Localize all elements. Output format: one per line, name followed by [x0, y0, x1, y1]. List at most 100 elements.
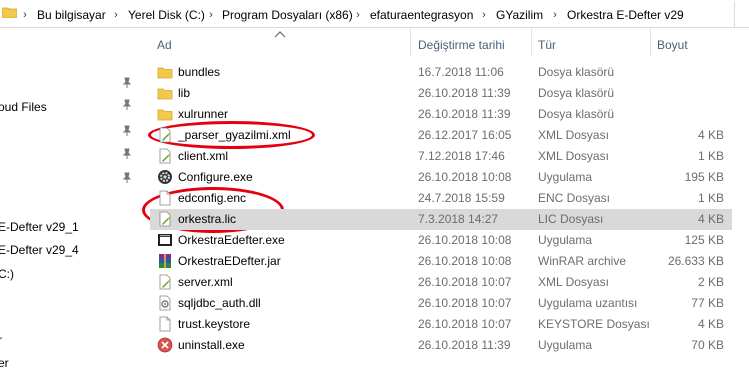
file-date: 26.10.2018 10:08: [418, 254, 512, 268]
nav-item-truncated[interactable]: r: [0, 331, 2, 349]
chevron-right-icon[interactable]: ›: [206, 7, 216, 23]
xml-file-icon: [159, 274, 171, 290]
file-size: 26.633 KB: [667, 254, 724, 268]
file-date: 26.10.2018 11:39: [418, 107, 511, 121]
lic-file-icon: [159, 211, 171, 227]
blank-file-icon: [159, 316, 171, 332]
nav-item-cloud-files[interactable]: oud Files: [0, 98, 47, 116]
file-size: 4 KB: [697, 128, 724, 142]
file-type: Dosya klasörü: [538, 86, 615, 100]
file-name[interactable]: uninstall.exe: [178, 335, 245, 356]
chevron-right-icon[interactable]: ›: [20, 7, 30, 23]
file-name[interactable]: edconfig.enc: [178, 188, 246, 209]
file-name[interactable]: xulrunner: [178, 104, 228, 125]
uninstall-exe-icon: [157, 337, 173, 353]
navigation-pane: oud Files E-Defter v29_1 E-Defter v29_4 …: [0, 28, 140, 380]
file-date: 26.10.2018 10:07: [418, 317, 512, 331]
file-name[interactable]: orkestra.lic: [178, 209, 236, 230]
file-type: Dosya klasörü: [538, 107, 615, 121]
column-divider[interactable]: [531, 28, 532, 56]
address-bar-edge: [734, 1, 749, 27]
blank-file-icon: [159, 190, 171, 206]
file-type: Uygulama: [538, 338, 593, 352]
pin-icon[interactable]: [121, 125, 133, 137]
pin-icon[interactable]: [121, 172, 133, 184]
file-date: 26.10.2018 10:07: [418, 275, 512, 289]
xml-file-icon: [159, 148, 171, 164]
file-name[interactable]: sqljdbc_auth.dll: [178, 293, 261, 314]
breadcrumb-gyazilim[interactable]: GYazilim: [496, 7, 543, 23]
column-header-size[interactable]: Boyut: [657, 36, 688, 54]
gear-exe-icon: [158, 170, 172, 184]
file-date: 26.10.2018 11:39: [418, 86, 511, 100]
file-name[interactable]: server.xml: [178, 272, 233, 293]
file-size: [620, 62, 724, 83]
file-date: 26.10.2018 10:07: [418, 296, 512, 310]
file-date: 24.7.2018 15:59: [418, 191, 505, 205]
file-size: [620, 104, 724, 125]
column-header-name[interactable]: Ad: [157, 36, 172, 54]
file-name[interactable]: OrkestraEdefter.exe: [178, 230, 285, 251]
nav-item-local-disk[interactable]: C:): [0, 265, 14, 283]
file-type: Uygulama: [538, 170, 593, 184]
file-name[interactable]: client.xml: [178, 146, 228, 167]
file-size: 2 KB: [697, 275, 724, 289]
file-type: WinRAR archive: [538, 254, 627, 268]
file-date: 26.10.2018 10:08: [418, 233, 512, 247]
file-size: 195 KB: [684, 170, 724, 184]
nav-item-edefter-v29-4[interactable]: E-Defter v29_4: [0, 241, 79, 259]
column-header-type[interactable]: Tür: [538, 36, 556, 54]
chevron-right-icon[interactable]: ›: [479, 7, 489, 23]
breadcrumb-orkestra[interactable]: Orkestra E-Defter v29: [567, 7, 684, 23]
file-type: LIC Dosyası: [538, 212, 604, 226]
pin-icon[interactable]: [121, 99, 133, 111]
file-date: 16.7.2018 11:06: [418, 65, 504, 79]
chevron-right-icon[interactable]: ›: [111, 7, 121, 23]
file-size: 70 KB: [691, 338, 724, 352]
winrar-icon: [159, 254, 171, 268]
folder-icon: [157, 88, 173, 100]
folder-icon: [2, 7, 17, 18]
breadcrumb-local-disk[interactable]: Yerel Disk (C:): [128, 7, 205, 23]
file-name[interactable]: OrkestraEDefter.jar: [178, 251, 281, 272]
breadcrumb-program-files[interactable]: Program Dosyaları (x86): [222, 7, 353, 23]
sort-up-icon: [274, 31, 286, 38]
nav-item-edefter-v29-1[interactable]: E-Defter v29_1: [0, 218, 79, 236]
chevron-right-icon[interactable]: ›: [353, 7, 363, 23]
app-exe-icon: [158, 234, 172, 246]
column-divider[interactable]: [650, 28, 651, 56]
pin-icon[interactable]: [121, 148, 133, 160]
file-date: 26.12.2017 16:05: [418, 128, 512, 142]
file-date: 26.10.2018 11:39: [418, 338, 511, 352]
file-name[interactable]: bundles: [178, 62, 220, 83]
file-size: 1 KB: [697, 191, 724, 205]
file-size: 77 KB: [691, 296, 724, 310]
column-header-date[interactable]: Değiştirme tarihi: [418, 36, 505, 54]
folder-icon: [157, 67, 173, 79]
dll-file-icon: [159, 295, 171, 311]
file-name[interactable]: _parser_gyazilmi.xml: [178, 125, 291, 146]
xml-file-icon: [159, 127, 171, 143]
address-bar[interactable]: › Bu bilgisayar › Yerel Disk (C:) › Prog…: [0, 0, 749, 28]
file-date: 7.12.2018 17:46: [418, 149, 505, 163]
pin-icon[interactable]: [121, 77, 133, 89]
file-date: 7.3.2018 14:27: [418, 212, 499, 226]
file-size: 4 KB: [697, 317, 724, 331]
file-name[interactable]: lib: [178, 83, 190, 104]
file-size: 1 KB: [697, 149, 724, 163]
column-divider[interactable]: [410, 28, 411, 56]
folder-icon: [157, 109, 173, 121]
file-name[interactable]: trust.keystore: [178, 314, 250, 335]
nav-item-truncated[interactable]: er: [0, 354, 9, 372]
breadcrumb-this-pc[interactable]: Bu bilgisayar: [37, 7, 106, 23]
file-type: XML Dosyası: [538, 275, 609, 289]
file-name[interactable]: Configure.exe: [178, 167, 253, 188]
file-size: 125 KB: [684, 233, 724, 247]
file-size: [620, 83, 724, 104]
chevron-right-icon[interactable]: ›: [550, 7, 560, 23]
breadcrumb-efaturaentegrasyon[interactable]: efaturaentegrasyon: [370, 7, 473, 23]
file-type: XML Dosyası: [538, 149, 609, 163]
file-size: 4 KB: [697, 212, 724, 226]
file-type: Uygulama: [538, 233, 593, 247]
file-type: XML Dosyası: [538, 128, 609, 142]
